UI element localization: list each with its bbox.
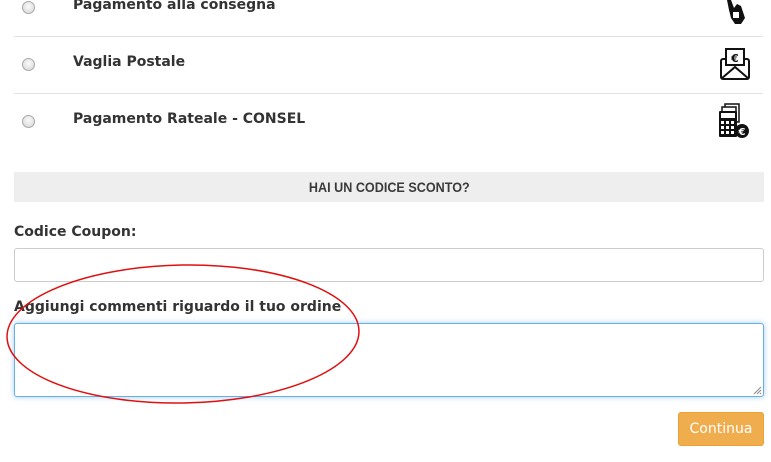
comments-label: Aggiungi commenti riguardo il tuo ordine: [14, 299, 342, 315]
payment-radio-consel[interactable]: [22, 115, 35, 128]
coupon-input[interactable]: [14, 248, 764, 282]
discount-heading-text: HAI UN CODICE SCONTO?: [308, 179, 470, 195]
payment-label-postal: Vaglia Postale: [73, 54, 186, 70]
payment-label-cod: Pagamento alla consegna: [73, 0, 276, 13]
discount-section-heading: HAI UN CODICE SCONTO?: [14, 172, 764, 202]
payment-radio-postal[interactable]: [22, 58, 35, 71]
continue-button[interactable]: Continua: [678, 412, 764, 446]
payment-option-cod[interactable]: Pagamento alla consegna: [14, 0, 763, 37]
payment-label-consel: Pagamento Rateale - CONSEL: [73, 111, 306, 127]
coupon-label: Codice Coupon:: [14, 224, 137, 240]
payment-radio-cod[interactable]: [22, 1, 35, 14]
svg-text:€: €: [730, 52, 739, 65]
calculator-euro-icon: €: [717, 102, 751, 144]
cash-hand-icon: [721, 0, 751, 32]
order-comments-textarea[interactable]: [14, 323, 764, 397]
svg-text:€: €: [738, 127, 746, 138]
payment-option-postal[interactable]: Vaglia Postale €: [14, 37, 763, 94]
payment-option-consel[interactable]: Pagamento Rateale - CONSEL €: [14, 94, 763, 151]
euro-envelope-icon: €: [719, 47, 751, 85]
